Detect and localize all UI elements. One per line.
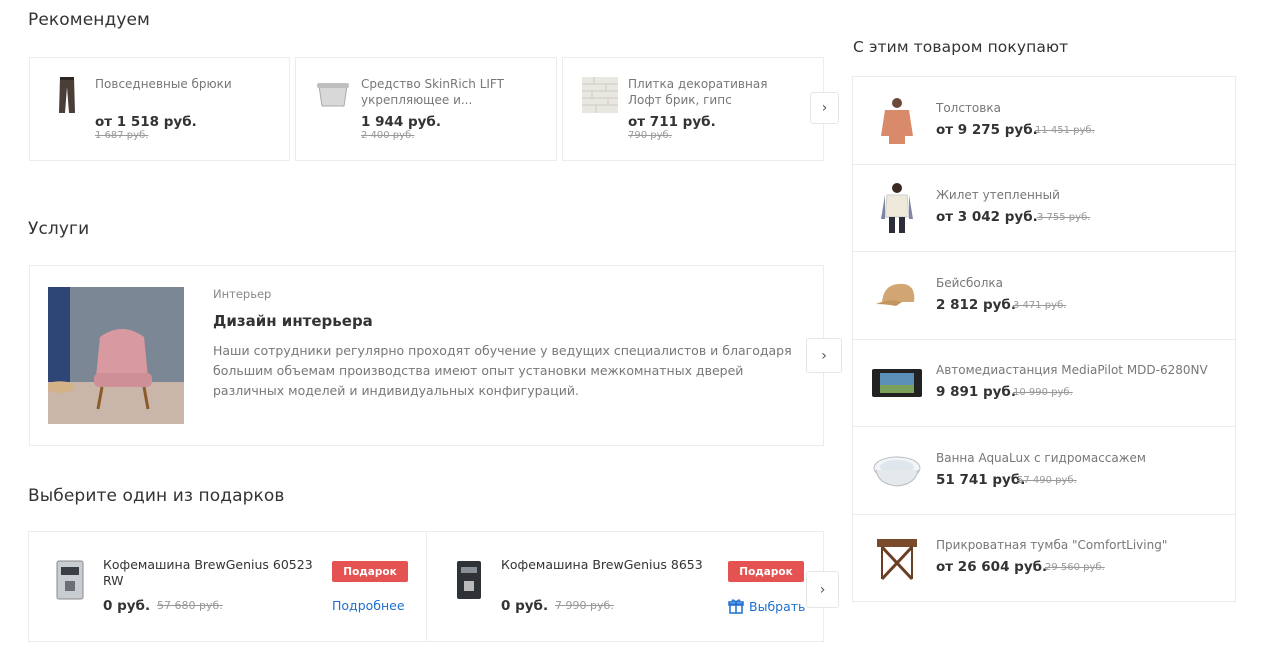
product-price: от 711 руб. <box>628 114 716 130</box>
recommended-card[interactable]: Плитка декоративная Лофт брик, гипс от 7… <box>562 57 824 161</box>
recommended-card[interactable]: Средство SkinRich LIFT укрепляющее и... … <box>295 57 557 161</box>
hoodie-image <box>871 95 923 147</box>
service-title[interactable]: Дизайн интерьера <box>213 312 373 330</box>
chevron-right-icon: › <box>821 100 828 116</box>
chevron-right-icon: › <box>819 581 826 598</box>
product-name[interactable]: Бейсболка <box>936 276 1003 290</box>
chevron-right-icon: › <box>821 347 827 364</box>
recommended-card[interactable]: Повседневные брюки от 1 518 руб. 1 687 р… <box>29 57 290 161</box>
product-old-price: 1 687 руб. <box>95 130 149 141</box>
gift-card[interactable]: Кофемашина BrewGenius 8653 0 руб. 7 990 … <box>426 531 824 642</box>
gift-badge: Подарок <box>728 561 804 582</box>
gift-icon <box>728 599 744 614</box>
cap-image <box>871 270 923 322</box>
also-bought-title: С этим товаром покупают <box>853 38 1069 56</box>
product-name[interactable]: Повседневные брюки <box>95 76 270 92</box>
car-media-station-image <box>871 357 923 409</box>
bathtub-image <box>871 445 923 497</box>
product-price: 9 891 руб. <box>936 384 1016 400</box>
gifts-title: Выберите один из подарков <box>28 486 285 506</box>
service-category: Интерьер <box>213 287 272 301</box>
product-name[interactable]: Средство SkinRich LIFT укрепляющее и... <box>361 76 536 108</box>
list-item[interactable]: Автомедиастанция MediaPilot MDD-6280NV 9… <box>853 339 1235 427</box>
product-name[interactable]: Плитка декоративная Лофт брик, гипс <box>628 76 803 108</box>
list-item[interactable]: Бейсболка 2 812 руб. 3 471 руб. <box>853 252 1235 340</box>
service-card[interactable]: Интерьер Дизайн интерьера Наши сотрудник… <box>29 265 824 446</box>
service-description: Наши сотрудники регулярно проходят обуче… <box>213 343 792 398</box>
product-name[interactable]: Жилет утепленный <box>936 188 1060 202</box>
choose-link[interactable]: Выбрать <box>728 598 805 614</box>
gift-price: 0 руб. <box>501 598 549 614</box>
product-price: от 26 604 руб. <box>936 559 1048 575</box>
gift-old-price: 7 990 руб. <box>555 599 614 612</box>
product-old-price: 29 560 руб. <box>1045 562 1105 573</box>
gift-price: 0 руб. <box>103 598 151 614</box>
coffee-machine-image <box>451 559 487 603</box>
product-old-price: 11 451 руб. <box>1035 125 1095 136</box>
product-price: от 3 042 руб. <box>936 209 1038 225</box>
list-item[interactable]: Ванна AquaLux с гидромассажем 51 741 руб… <box>853 427 1235 515</box>
list-item[interactable]: Прикроватная тумба "ComfortLiving" от 26… <box>853 514 1235 602</box>
product-price: 1 944 руб. <box>361 114 441 130</box>
product-old-price: 2 400 руб. <box>361 130 415 141</box>
details-link[interactable]: Подробнее <box>332 598 405 613</box>
gift-name[interactable]: Кофемашина BrewGenius 60523 RW <box>103 557 318 589</box>
product-old-price: 57 490 руб. <box>1017 475 1077 486</box>
choose-link-label: Выбрать <box>749 598 806 614</box>
recommended-title: Рекомендуем <box>28 10 150 30</box>
product-price: от 9 275 руб. <box>936 122 1038 138</box>
product-price: 51 741 руб. <box>936 472 1026 488</box>
services-title: Услуги <box>28 219 90 239</box>
product-old-price: 3 471 руб. <box>1013 300 1067 311</box>
vest-image <box>871 182 923 234</box>
product-name[interactable]: Ванна AquaLux с гидромассажем <box>936 451 1146 465</box>
also-bought-list: Толстовка от 9 275 руб. 11 451 руб. Жиле… <box>852 76 1236 602</box>
list-item[interactable]: Толстовка от 9 275 руб. 11 451 руб. <box>853 77 1235 165</box>
gift-card[interactable]: Кофемашина BrewGenius 60523 RW 0 руб. 57… <box>28 531 427 642</box>
coffee-machine-image <box>53 559 89 603</box>
recommended-next-button[interactable]: › <box>810 92 839 124</box>
gift-badge: Подарок <box>332 561 408 582</box>
gifts-next-button[interactable]: › <box>806 571 839 608</box>
product-name[interactable]: Толстовка <box>936 101 1001 115</box>
cosmetic-jar-image <box>314 76 352 114</box>
product-name[interactable]: Автомедиастанция MediaPilot MDD-6280NV <box>936 363 1208 377</box>
product-price: от 1 518 руб. <box>95 114 197 130</box>
nightstand-image <box>871 532 923 584</box>
gift-name[interactable]: Кофемашина BrewGenius 8653 <box>501 557 716 573</box>
product-old-price: 3 755 руб. <box>1037 212 1091 223</box>
services-next-button[interactable]: › <box>806 338 842 373</box>
product-price: 2 812 руб. <box>936 297 1016 313</box>
product-name[interactable]: Прикроватная тумба "ComfortLiving" <box>936 538 1167 552</box>
interior-chair-image <box>48 287 184 424</box>
list-item[interactable]: Жилет утепленный от 3 042 руб. 3 755 руб… <box>853 164 1235 252</box>
product-old-price: 790 руб. <box>628 130 672 141</box>
pants-image <box>48 76 86 114</box>
product-old-price: 10 990 руб. <box>1013 387 1073 398</box>
gift-old-price: 57 680 руб. <box>157 599 223 612</box>
brick-tile-image <box>581 76 619 114</box>
